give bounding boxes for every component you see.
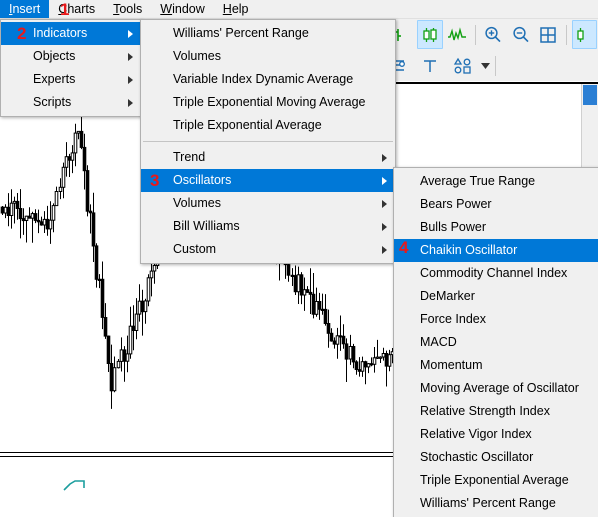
submenu-arrow-icon <box>128 75 133 84</box>
menu-item-experts[interactable]: Experts <box>1 68 141 91</box>
zoom-in-icon[interactable] <box>481 20 506 49</box>
objects-icon[interactable] <box>447 51 478 80</box>
menu-item-label: Williams' Percent Range <box>420 496 556 510</box>
menu-item-oscillators[interactable]: Oscillators <box>141 169 395 192</box>
menu-item-scripts[interactable]: Scripts <box>1 91 141 114</box>
menu-item-label: Custom <box>173 242 217 256</box>
menu-item-relative-vigor-index[interactable]: Relative Vigor Index <box>394 423 598 446</box>
menubar-item-help[interactable]: Help <box>214 0 258 18</box>
menu-item-label: Objects <box>33 49 76 63</box>
menu-item-bill-williams[interactable]: Bill Williams <box>141 215 395 238</box>
menu-item-relative-strength-index[interactable]: Relative Strength Index <box>394 400 598 423</box>
menu-item-objects[interactable]: Objects <box>1 45 141 68</box>
menu-item-label: Indicators <box>33 26 88 40</box>
grid-icon[interactable] <box>536 20 561 49</box>
chart-scrollbar-thumb[interactable] <box>583 85 597 105</box>
menubar-item-charts[interactable]: Charts <box>49 0 104 18</box>
toolbar-separator <box>474 24 476 45</box>
menu-item-williams-percent-range[interactable]: Williams' Percent Range <box>141 22 395 45</box>
menu-item-force-index[interactable]: Force Index <box>394 308 598 331</box>
menu-item-label: Triple Exponential Average <box>173 118 322 132</box>
menubar-item-window[interactable]: Window <box>151 0 213 18</box>
menu-item-triple-exponential-average[interactable]: Triple Exponential Average <box>141 114 395 137</box>
menu-item-indicators[interactable]: Indicators <box>1 22 141 45</box>
insert-menu-popup[interactable]: Indicators Objects Experts Scripts <box>0 19 142 117</box>
menu-item-label: Experts <box>33 72 76 86</box>
menubar-item-tools[interactable]: Tools <box>104 0 151 18</box>
menu-bar: Insert Charts Tools Window Help <box>0 0 598 19</box>
chart-toolbar-row-1 <box>380 19 598 50</box>
menu-item-trend[interactable]: Trend <box>141 146 395 169</box>
submenu-arrow-icon <box>128 29 133 38</box>
menu-item-label: Bulls Power <box>420 220 486 234</box>
menu-item-momentum[interactable]: Momentum <box>394 354 598 377</box>
menu-item-stochastic-oscillator[interactable]: Stochastic Oscillator <box>394 446 598 469</box>
application-window: Insert Charts Tools Window Help Indicato… <box>0 0 598 517</box>
menu-item-label: Stochastic Oscillator <box>420 450 534 464</box>
submenu-arrow-icon <box>128 52 133 61</box>
menu-item-williams-percent-range[interactable]: Williams' Percent Range <box>394 492 598 515</box>
menu-item-average-true-range[interactable]: Average True Range <box>394 170 598 193</box>
chart-toolbar-row-2 <box>380 50 598 81</box>
menu-item-volumes[interactable]: Volumes <box>141 192 395 215</box>
submenu-arrow-icon <box>382 245 387 254</box>
submenu-arrow-icon <box>382 199 387 208</box>
menu-item-triple-exponential-moving-average[interactable]: Triple Exponential Moving Average <box>141 91 395 114</box>
menu-item-label: Trend <box>173 150 206 164</box>
menu-item-label: Commodity Channel Index <box>420 266 568 280</box>
text-tool-icon[interactable] <box>414 51 445 80</box>
menu-item-macd[interactable]: MACD <box>394 331 598 354</box>
menu-item-label: Bears Power <box>420 197 492 211</box>
menu-item-label: Scripts <box>33 95 72 109</box>
menu-item-bears-power[interactable]: Bears Power <box>394 193 598 216</box>
menu-item-volumes[interactable]: Volumes <box>141 45 395 68</box>
menu-item-commodity-channel-index[interactable]: Commodity Channel Index <box>394 262 598 285</box>
candlestick-chart-icon-2[interactable] <box>571 20 598 49</box>
menu-item-label: MACD <box>420 335 457 349</box>
menu-item-chaikin-oscillator[interactable]: Chaikin Oscillator <box>394 239 598 262</box>
menu-item-moving-average-of-oscillator[interactable]: Moving Average of Oscillator <box>394 377 598 400</box>
candlestick-chart-icon[interactable] <box>417 20 443 49</box>
chevron-down-icon[interactable] <box>479 52 491 79</box>
menu-item-label: Average True Range <box>420 174 536 188</box>
menu-item-variable-index-dynamic-average[interactable]: Variable Index Dynamic Average <box>141 68 395 91</box>
menu-item-label: Momentum <box>420 358 483 372</box>
menu-item-custom[interactable]: Custom <box>141 238 395 261</box>
menu-item-label: DeMarker <box>420 289 475 303</box>
menu-separator <box>143 141 393 142</box>
menu-item-label: Volumes <box>173 196 221 210</box>
indicators-submenu-popup[interactable]: Williams' Percent Range Volumes Variable I… <box>140 19 396 264</box>
submenu-arrow-icon <box>382 222 387 231</box>
menu-item-bulls-power[interactable]: Bulls Power <box>394 216 598 239</box>
submenu-arrow-icon <box>382 153 387 162</box>
menu-item-label: Triple Exponential Moving Average <box>173 95 366 109</box>
menu-item-label: Oscillators <box>173 173 232 187</box>
menu-item-label: Relative Strength Index <box>420 404 550 418</box>
line-chart-icon[interactable] <box>445 20 470 49</box>
zoom-out-icon[interactable] <box>508 20 533 49</box>
menu-item-label: Relative Vigor Index <box>420 427 532 441</box>
menu-item-label: Williams' Percent Range <box>173 26 309 40</box>
menu-item-label: Volumes <box>173 49 221 63</box>
toolbar-separator <box>495 55 496 76</box>
toolbar-separator <box>565 24 567 45</box>
submenu-arrow-icon <box>382 176 387 185</box>
menu-item-label: Chaikin Oscillator <box>420 243 518 257</box>
menu-item-label: Triple Exponential Average <box>420 473 569 487</box>
menu-item-label: Moving Average of Oscillator <box>420 381 579 395</box>
menu-item-label: Bill Williams <box>173 219 240 233</box>
menu-item-demarker[interactable]: DeMarker <box>394 285 598 308</box>
oscillators-submenu-popup[interactable]: Average True Range Bears Power Bulls Power… <box>393 167 598 517</box>
menu-item-triple-exponential-average[interactable]: Triple Exponential Average <box>394 469 598 492</box>
menubar-item-insert[interactable]: Insert <box>0 0 50 18</box>
menu-item-label: Force Index <box>420 312 487 326</box>
menu-item-label: Variable Index Dynamic Average <box>173 72 354 86</box>
submenu-arrow-icon <box>128 98 133 107</box>
